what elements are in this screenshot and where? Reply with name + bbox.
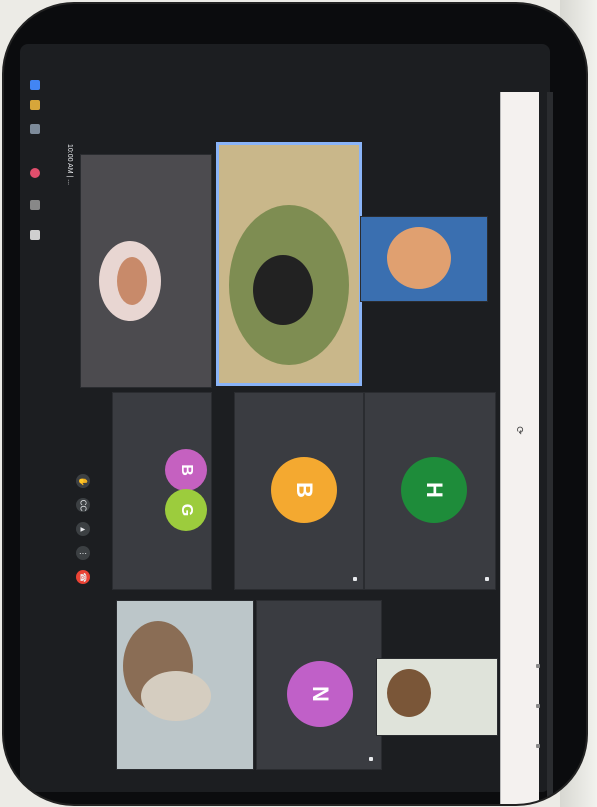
more-options-icon: ⋮	[78, 549, 88, 557]
participant-tile[interactable]	[376, 658, 498, 736]
captions-icon: CC	[78, 499, 88, 511]
more-options-button[interactable]: ⋮	[76, 546, 90, 560]
avatar: N	[287, 661, 353, 727]
avatar: B	[165, 449, 207, 491]
participant-face	[141, 671, 211, 721]
app-icon[interactable]	[30, 80, 40, 90]
present-button[interactable]: ▲	[76, 522, 90, 536]
raise-hand-icon: ✋	[78, 476, 88, 486]
tab-icon[interactable]	[536, 704, 540, 708]
camera-icon[interactable]	[30, 100, 40, 110]
meeting-time: 10:00 AM | ...	[66, 144, 73, 186]
mic-icon	[353, 577, 357, 581]
participant-tile[interactable]	[360, 216, 488, 302]
tablet-device: 10:00 AM | ... B G B N H ✋ CC ▲ ⋮ ☎ ⟳	[4, 4, 586, 804]
avatar: H	[401, 457, 467, 523]
meeting-screen: 10:00 AM | ... B G B N H ✋ CC ▲ ⋮ ☎ ⟳	[20, 44, 553, 804]
browser-address-bar[interactable]: ⟳	[500, 92, 539, 804]
participant-face	[253, 255, 313, 325]
participant-face	[387, 669, 431, 717]
tab-icon[interactable]	[536, 664, 540, 668]
people-icon[interactable]	[30, 200, 40, 210]
avatar: B	[271, 457, 337, 523]
participant-tile[interactable]: B	[234, 392, 364, 590]
leave-call-icon: ☎	[78, 572, 88, 582]
scrollbar[interactable]	[547, 92, 553, 804]
participant-tile[interactable]: B G	[112, 392, 212, 590]
participant-tile[interactable]: N	[256, 600, 382, 770]
participant-tile[interactable]: H	[364, 392, 496, 590]
reload-icon[interactable]: ⟳	[514, 426, 525, 434]
captions-button[interactable]: CC	[76, 498, 90, 512]
tab-icon[interactable]	[536, 744, 540, 748]
present-icon: ▲	[78, 525, 88, 533]
participant-face	[117, 257, 147, 305]
raise-hand-button[interactable]: ✋	[76, 474, 90, 488]
participant-tile-active[interactable]	[216, 142, 362, 386]
chat-icon[interactable]	[30, 230, 40, 240]
mic-icon	[369, 757, 373, 761]
record-icon[interactable]	[30, 168, 40, 178]
avatar: G	[165, 489, 207, 531]
mic-icon	[485, 577, 489, 581]
menu-icon[interactable]	[30, 124, 40, 134]
participant-tile[interactable]	[116, 600, 254, 770]
participant-tile[interactable]	[80, 154, 212, 388]
participant-face	[387, 227, 451, 289]
leave-call-button[interactable]: ☎	[76, 570, 90, 584]
